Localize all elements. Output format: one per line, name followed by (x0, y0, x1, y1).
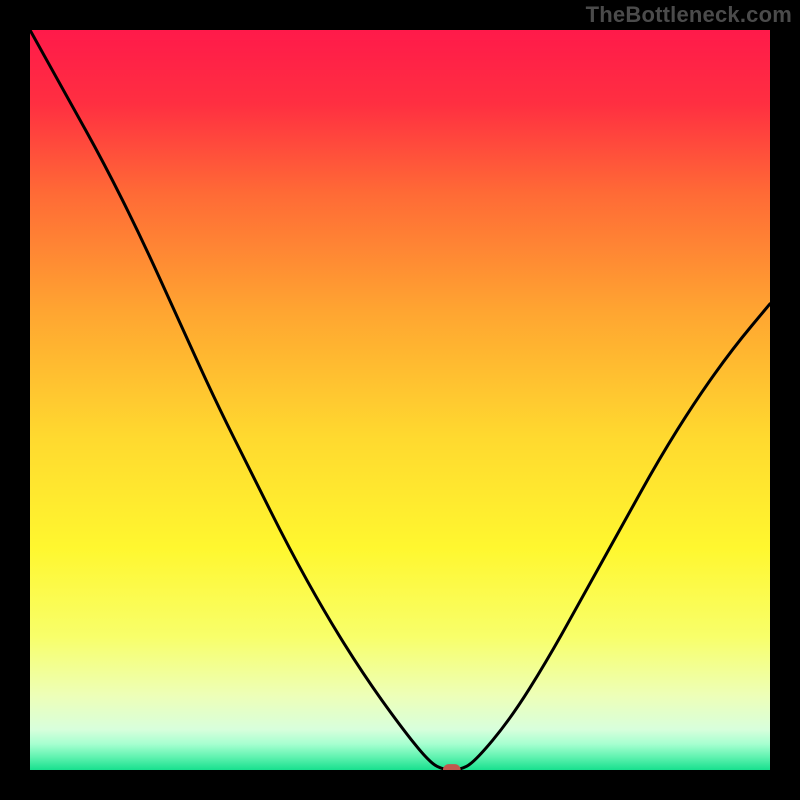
bottleneck-chart (30, 30, 770, 770)
plot-area (30, 30, 770, 770)
chart-container: TheBottleneck.com (0, 0, 800, 800)
gradient-background (30, 30, 770, 770)
attribution-text: TheBottleneck.com (586, 2, 792, 28)
